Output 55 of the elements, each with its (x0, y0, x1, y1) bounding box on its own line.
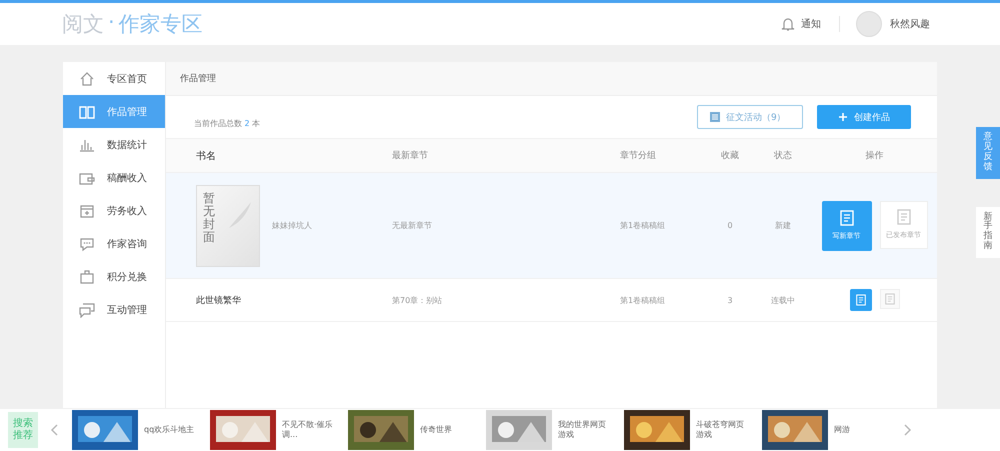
recommend-label: 搜索推荐 (8, 412, 38, 448)
bag-icon (79, 268, 95, 284)
table-cell-text: 无最新章节 (392, 220, 433, 231)
table-cell-text: 第1卷稿稿组 (620, 220, 666, 231)
document-icon (840, 210, 854, 226)
column-header: 状态 (773, 150, 793, 162)
logo-text: 阅文 (62, 11, 104, 38)
recommend-caption[interactable]: qq欢乐斗地主 (144, 424, 196, 436)
sidebar-item[interactable]: 专区首页 (63, 62, 165, 95)
works-count: 当前作品总数 2 本 (194, 118, 262, 128)
avatar[interactable] (856, 11, 882, 37)
book-title[interactable]: 此世镜繁华 (196, 294, 241, 306)
table-cell-text: 第70章：别站 (392, 294, 444, 306)
plus-icon (838, 112, 848, 122)
recommend-caption[interactable]: 网游 (834, 424, 886, 436)
column-header: 收藏 (720, 150, 740, 162)
table-cell-text: 3 (726, 296, 734, 304)
sidebar-item[interactable]: 稿酬收入 (63, 161, 165, 194)
table-cell-text: 新建 (774, 220, 792, 231)
home-icon (79, 70, 95, 86)
chat-bubbles-icon (79, 302, 95, 318)
column-header: 章节分组 (620, 150, 657, 162)
document-icon (884, 293, 894, 305)
list-icon (710, 112, 720, 122)
published-chapters-button[interactable] (880, 289, 900, 309)
table-cell-text: 第1卷稿稿组 (620, 294, 666, 306)
side-tab[interactable]: 新手指南 (976, 206, 1000, 258)
box-icon (79, 202, 95, 218)
book-cover: 暂无封面 (196, 184, 260, 266)
sidebar-item[interactable]: 积分兑换 (63, 260, 165, 293)
table-cell-text: 0 (726, 221, 734, 230)
document-icon (896, 209, 910, 225)
sidebar-item[interactable]: 劳务收入 (63, 194, 165, 227)
book-icon (79, 104, 95, 120)
write-chapter-button[interactable] (850, 289, 872, 311)
recommend-caption[interactable]: 我的世界网页游戏 (558, 420, 610, 440)
breadcrumb: 作品管理 (180, 72, 216, 85)
chat-icon (79, 236, 95, 252)
recommend-caption[interactable]: 不见不散·催乐调... (282, 420, 334, 440)
notice-link[interactable]: 通知 (801, 17, 821, 31)
column-header: 书名 (196, 150, 217, 162)
bell-icon[interactable] (781, 16, 795, 32)
document-icon (856, 294, 866, 306)
sidebar-item[interactable]: 数据统计 (63, 128, 165, 161)
recommend-caption[interactable]: 传奇世界 (420, 424, 472, 436)
sidebar-item[interactable]: 互动管理 (63, 293, 165, 326)
username[interactable]: 秋然风趣 (890, 17, 930, 31)
table-cell-text: 连载中 (770, 294, 796, 306)
logo-separator: · (108, 10, 115, 36)
sidebar-item[interactable]: 作家咨询 (63, 227, 165, 260)
logo-text: 作家专区 (118, 11, 203, 38)
column-header: 操作 (864, 150, 884, 162)
recommend-caption[interactable]: 斗破苍穹网页游戏 (696, 420, 748, 440)
column-header: 最新章节 (392, 150, 429, 162)
table-row[interactable]: 此世镜繁华 第70章：别站 第1卷稿稿组 3 连载中 (166, 279, 937, 322)
